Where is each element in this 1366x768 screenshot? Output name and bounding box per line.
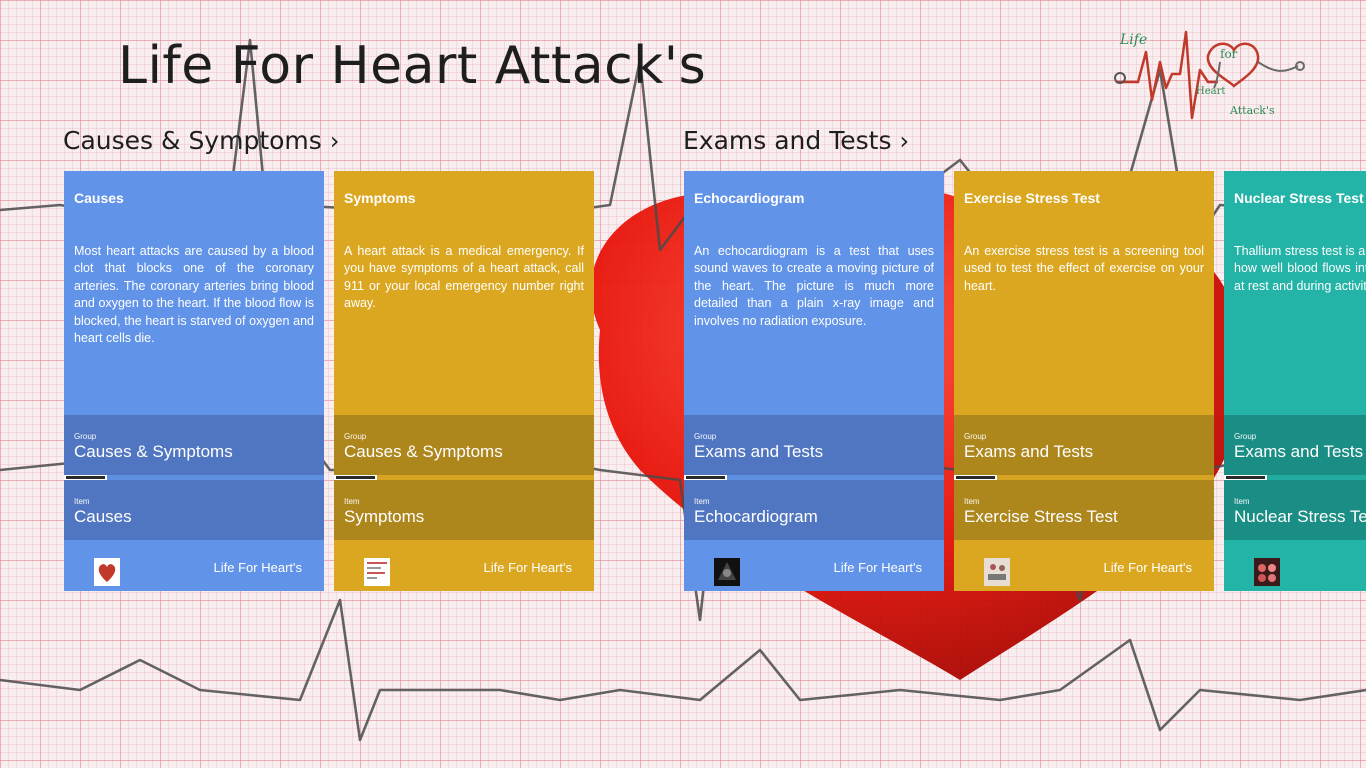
group-caption: Group: [344, 432, 367, 441]
item-caption: Item: [694, 497, 710, 506]
item-value: Exercise Stress Test: [964, 507, 1118, 526]
ultrasound-thumbnail-icon: [714, 558, 740, 586]
group-value: Exams and Tests: [694, 442, 824, 461]
symptoms-chart-thumbnail-icon: [364, 558, 390, 586]
tile-item-band: Item Symptoms: [334, 480, 594, 540]
tile-exercise-stress-test[interactable]: Exercise Stress Test An exercise stress …: [954, 171, 1214, 591]
group-header-exams-tests[interactable]: Exams and Tests ›: [683, 126, 909, 155]
tile-symptoms[interactable]: Symptoms A heart attack is a medical eme…: [334, 171, 594, 591]
item-caption: Item: [1234, 497, 1250, 506]
group-caption: Group: [694, 432, 717, 441]
tile-group-band: Group Exams and Tests: [684, 415, 944, 475]
heart-thumbnail-icon: [94, 558, 120, 586]
tile-item-band: Item Causes: [64, 480, 324, 540]
svg-text:Heart: Heart: [1196, 86, 1225, 97]
tile-description: A heart attack is a medical emergency. I…: [344, 244, 584, 311]
tile-brand: Life For Heart's: [1103, 560, 1192, 575]
tile-title: Causes: [74, 190, 124, 206]
chevron-right-icon: ›: [329, 127, 340, 155]
app-title: Life For Heart Attack's: [118, 36, 707, 96]
item-value: Symptoms: [344, 507, 425, 526]
tile-nuclear-stress-test[interactable]: Nuclear Stress Test Thallium stress test…: [1224, 171, 1366, 591]
svg-text:for: for: [1220, 47, 1238, 61]
group-caption: Group: [1234, 432, 1257, 441]
tile-title: Echocardiogram: [694, 190, 805, 206]
group-value: Causes & Symptoms: [344, 442, 503, 461]
group-value: Exams and Tests: [964, 442, 1094, 461]
ecg-trace-bottom: [0, 598, 1366, 742]
tile-group-band: Group Exams and Tests: [1224, 415, 1366, 475]
tile-brand: Life For Heart's: [483, 560, 572, 575]
tile-group-band: Group Causes & Symptoms: [334, 415, 594, 475]
tile-item-band: Item Nuclear Stress Test: [1224, 480, 1366, 540]
treadmill-photo-thumbnail-icon: [984, 558, 1010, 586]
tile-group-band: Group Causes & Symptoms: [64, 415, 324, 475]
item-value: Nuclear Stress Test: [1234, 507, 1366, 526]
tile-item-band: Item Exercise Stress Test: [954, 480, 1214, 540]
tile-description: Thallium stress test is a method that sh…: [1234, 244, 1366, 293]
group-header-causes-symptoms[interactable]: Causes & Symptoms ›: [63, 126, 339, 155]
tile-title: Nuclear Stress Test: [1234, 190, 1364, 206]
tile-title: Symptoms: [344, 190, 416, 206]
tile-causes[interactable]: Causes Most heart attacks are caused by …: [64, 171, 324, 591]
chevron-right-icon: ›: [899, 127, 910, 155]
group-value: Causes & Symptoms: [74, 442, 233, 461]
item-caption: Item: [74, 497, 90, 506]
nuclear-scan-thumbnail-icon: [1254, 558, 1280, 586]
svg-text:Life: Life: [1119, 32, 1147, 48]
group-value: Exams and Tests: [1234, 442, 1364, 461]
tile-item-band: Item Echocardiogram: [684, 480, 944, 540]
group-header-label: Exams and Tests: [683, 126, 892, 155]
tile-echocardiogram[interactable]: Echocardiogram An echocardiogram is a te…: [684, 171, 944, 591]
tile-brand: Life For Heart's: [833, 560, 922, 575]
svg-text:Attack's: Attack's: [1229, 104, 1275, 117]
tile-title: Exercise Stress Test: [964, 190, 1100, 206]
item-value: Echocardiogram: [694, 507, 818, 526]
tile-description: An exercise stress test is a screening t…: [964, 244, 1204, 293]
tile-description: An echocardiogram is a test that uses so…: [694, 244, 934, 328]
item-caption: Item: [344, 497, 360, 506]
tile-description: Most heart attacks are caused by a blood…: [74, 244, 314, 346]
group-header-label: Causes & Symptoms: [63, 126, 322, 155]
item-caption: Item: [964, 497, 980, 506]
group-caption: Group: [74, 432, 97, 441]
item-value: Causes: [74, 507, 132, 526]
tile-brand: Life For Heart's: [213, 560, 302, 575]
group-caption: Group: [964, 432, 987, 441]
tile-group-band: Group Exams and Tests: [954, 415, 1214, 475]
app-logo: Life for Heart Attack's: [1114, 30, 1305, 120]
